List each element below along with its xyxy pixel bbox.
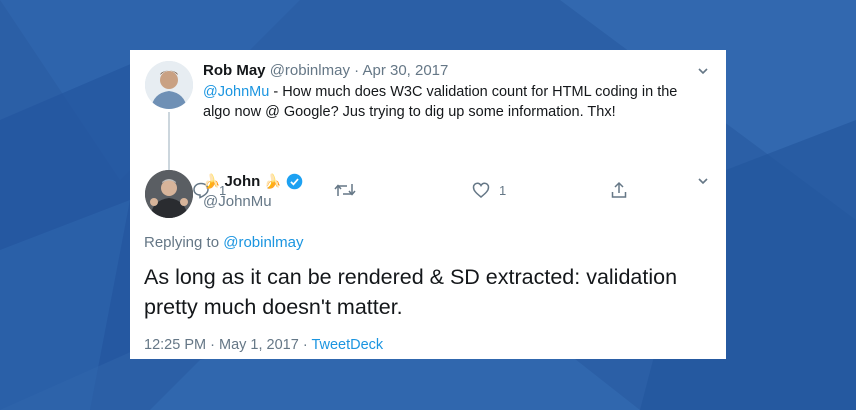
author-name: John xyxy=(224,173,261,190)
replying-to-link[interactable]: @robinlmay xyxy=(223,234,303,251)
avatar[interactable] xyxy=(145,61,193,109)
author-name[interactable]: Rob May xyxy=(203,62,266,79)
replying-to: Replying to @robinlmay xyxy=(144,234,303,251)
verified-badge-icon xyxy=(286,173,303,190)
retweet-icon xyxy=(334,184,356,196)
tweet-card: Rob May @robinlmay · Apr 30, 2017 @JohnM… xyxy=(130,50,726,359)
main-tweet-author[interactable]: 🍌 John 🍌 xyxy=(203,173,303,190)
avatar[interactable] xyxy=(145,170,193,218)
separator: · xyxy=(302,337,308,353)
thread-connector xyxy=(168,112,170,170)
author-handle[interactable]: @robinlmay xyxy=(270,62,350,79)
person-photo-icon xyxy=(145,170,193,218)
separator: · xyxy=(210,337,215,353)
person-photo-icon xyxy=(145,61,193,109)
like-count: 1 xyxy=(499,182,507,198)
share-icon xyxy=(611,181,627,198)
reply-tweet-text: @JohnMu - How much does W3C validation c… xyxy=(203,82,708,122)
tweet-date[interactable]: May 1, 2017 xyxy=(219,337,299,353)
banana-emoji: 🍌 xyxy=(264,173,282,189)
chevron-down-icon[interactable] xyxy=(696,64,710,78)
replying-to-label: Replying to xyxy=(144,234,220,251)
retweet-button[interactable] xyxy=(334,181,356,199)
separator: · xyxy=(354,62,360,79)
tweet-timestamp: 12:25 PM · May 1, 2017 · TweetDeck xyxy=(144,337,383,353)
tweet-body: - How much does W3C validation count for… xyxy=(203,84,678,120)
main-tweet-text: As long as it can be rendered & SD extra… xyxy=(144,265,678,319)
tweet-time[interactable]: 12:25 PM xyxy=(144,337,206,353)
like-button[interactable]: 1 xyxy=(472,181,506,199)
tweet-date[interactable]: Apr 30, 2017 xyxy=(362,62,448,79)
share-button[interactable] xyxy=(610,181,628,199)
tweet-source[interactable]: TweetDeck xyxy=(311,337,383,353)
reply-tweet-header: Rob May @robinlmay · Apr 30, 2017 xyxy=(203,62,448,79)
banana-emoji: 🍌 xyxy=(203,173,221,189)
author-handle[interactable]: @JohnMu xyxy=(203,193,272,210)
mention-link[interactable]: @JohnMu xyxy=(203,84,269,100)
like-icon xyxy=(472,182,490,198)
chevron-down-icon[interactable] xyxy=(696,174,710,188)
